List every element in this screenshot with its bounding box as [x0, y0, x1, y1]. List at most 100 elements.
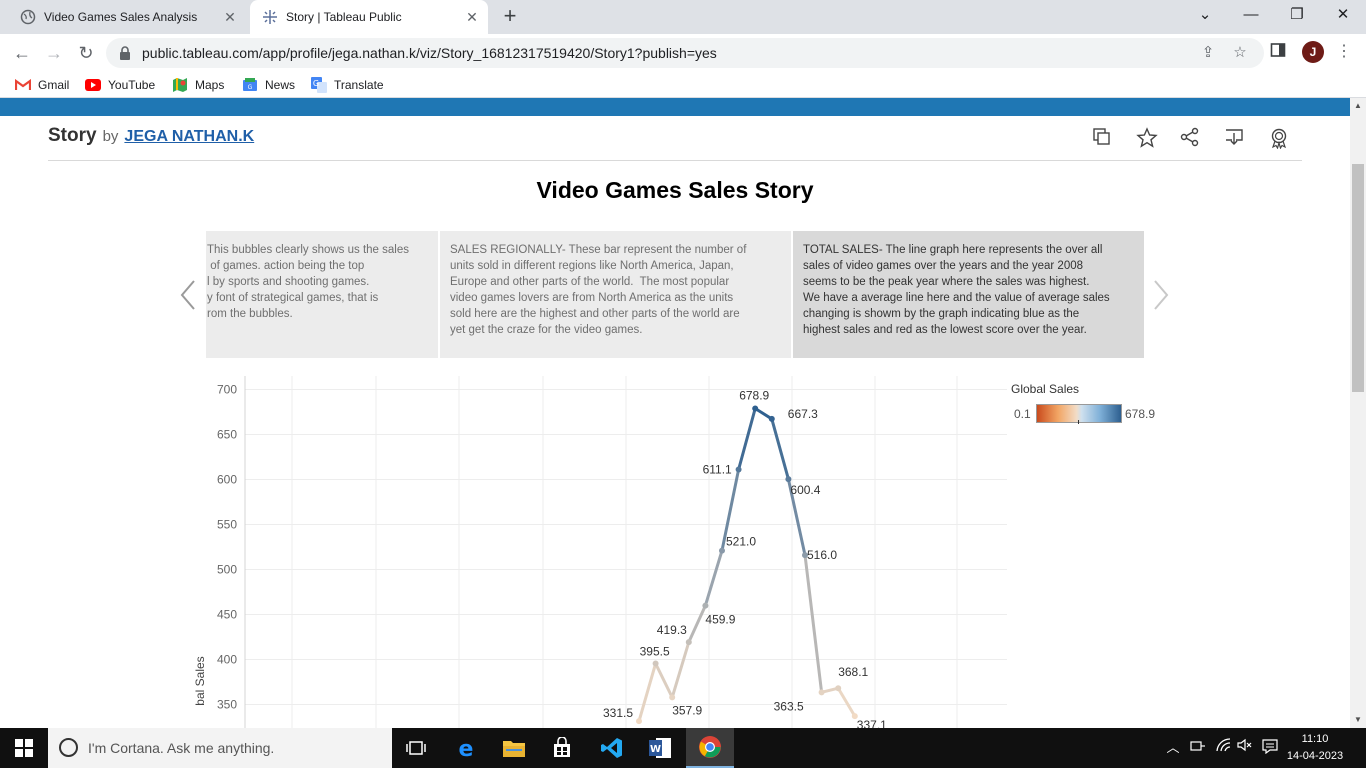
series-line-segment: [737, 406, 757, 472]
tab-video-games-sales-analysis[interactable]: Video Games Sales Analysis ✕: [8, 0, 246, 34]
bookmark-star-icon[interactable]: ☆: [1230, 43, 1250, 63]
caption-line: yet get the craze for the video games.: [450, 324, 643, 336]
caption-line: video games lovers are from North Americ…: [450, 292, 734, 304]
copy-icon[interactable]: [1092, 127, 1116, 151]
tab-search-chevron-icon[interactable]: ⌄: [1182, 0, 1228, 32]
download-icon[interactable]: [1224, 127, 1248, 151]
task-view-icon[interactable]: [392, 728, 440, 768]
award-icon[interactable]: [1268, 127, 1292, 151]
series-line-segment: [836, 686, 857, 718]
url-text[interactable]: public.tableau.com/app/profile/jega.nath…: [142, 45, 717, 61]
data-label: 521.0: [726, 535, 756, 549]
windows-logo-icon: [15, 739, 33, 757]
data-point: [768, 415, 775, 422]
chrome-icon[interactable]: [686, 728, 734, 768]
bookmark-label: YouTube: [108, 78, 156, 92]
page-scrollbar[interactable]: ▲ ▼: [1350, 98, 1366, 728]
scroll-down-icon[interactable]: ▼: [1350, 714, 1366, 726]
bookmark-label: Translate: [334, 78, 384, 92]
edge-browser-icon[interactable]: e: [442, 728, 490, 768]
back-button[interactable]: ←: [9, 40, 35, 66]
globe-icon: [20, 9, 36, 25]
new-tab-button[interactable]: +: [498, 5, 522, 29]
svg-text:G: G: [313, 79, 319, 88]
bookmark-translate[interactable]: G Translate: [311, 76, 384, 94]
legend-max-label: 678.9: [1125, 407, 1156, 421]
story-header: Story by JEGA NATHAN.K: [48, 125, 254, 151]
bookmark-news[interactable]: G News: [242, 76, 295, 94]
data-point: [735, 466, 742, 473]
volume-muted-icon[interactable]: [1236, 738, 1254, 758]
previous-point-arrow-icon[interactable]: [178, 278, 198, 312]
word-icon[interactable]: W: [636, 728, 684, 768]
system-clock[interactable]: 11:10 14-04-2023: [1284, 731, 1346, 765]
menu-kebab-icon[interactable]: ⋮: [1336, 41, 1352, 63]
caption-line: rom the bubbles.: [207, 308, 293, 320]
reload-button[interactable]: ↻: [73, 40, 99, 66]
windows-start-button[interactable]: [0, 728, 48, 768]
series-line-segment: [670, 640, 691, 699]
forward-button[interactable]: →: [41, 40, 67, 66]
caption-line: y font of strategical games, that is: [207, 292, 379, 304]
data-label: 600.4: [790, 483, 820, 497]
data-label: 395.5: [640, 645, 670, 659]
y-tick-label: 700: [217, 383, 237, 397]
global-sales-line-chart[interactable]: 700 650 600 550 500 450 400 350 bal Sales 331.5 39…: [190, 376, 1010, 728]
bookmark-label: Gmail: [38, 78, 70, 92]
lock-icon[interactable]: [118, 45, 134, 61]
caption-line: This bubbles clearly shows us the sales: [207, 244, 409, 256]
wifi-icon[interactable]: [1214, 738, 1234, 758]
svg-text:G: G: [248, 84, 253, 91]
y-tick-label: 500: [217, 563, 237, 577]
network-adapter-icon[interactable]: [1188, 738, 1208, 758]
story-point-caption-1[interactable]: This bubbles clearly shows us the sales …: [206, 231, 438, 358]
close-tab-icon[interactable]: ✕: [222, 9, 238, 25]
share-network-icon[interactable]: [1180, 127, 1204, 151]
story-point-caption-3[interactable]: TOTAL SALES- The line graph here represe…: [793, 231, 1144, 358]
caption-line: sales of video games over the years and …: [803, 260, 1084, 272]
bookmark-youtube[interactable]: YouTube: [85, 76, 155, 94]
story-point-caption-2[interactable]: SALES REGIONALLY- These bar represent th…: [440, 231, 791, 358]
bookmark-maps[interactable]: Maps: [172, 76, 224, 94]
minimize-button[interactable]: —: [1228, 0, 1274, 32]
scroll-thumb[interactable]: [1352, 164, 1364, 392]
tableau-header-bar: [0, 98, 1350, 116]
maps-icon: [172, 77, 188, 93]
data-point: [719, 547, 725, 554]
favorite-star-icon[interactable]: [1136, 127, 1160, 151]
browser-toolbar: ← → ↻ public.tableau.com/app/profile/jeg…: [0, 34, 1366, 72]
y-tick-label: 650: [217, 428, 237, 442]
close-window-button[interactable]: ✕: [1320, 0, 1366, 32]
restore-button[interactable]: ❐: [1274, 0, 1320, 32]
address-bar[interactable]: public.tableau.com/app/profile/jega.nath…: [106, 38, 1264, 68]
y-tick-label: 450: [217, 608, 237, 622]
legend-average-tick: [1078, 420, 1079, 424]
file-explorer-icon[interactable]: [490, 728, 538, 768]
data-label: 516.0: [807, 548, 837, 562]
bookmark-gmail[interactable]: Gmail: [15, 76, 69, 94]
legend-color-ramp[interactable]: [1036, 404, 1122, 423]
show-hidden-icons-chevron-icon[interactable]: ︿: [1164, 738, 1182, 758]
cortana-search-box[interactable]: I'm Cortana. Ask me anything.: [48, 728, 392, 768]
news-icon: G: [242, 77, 258, 93]
store-icon[interactable]: [538, 728, 586, 768]
close-tab-icon[interactable]: ✕: [464, 9, 480, 25]
data-point: [752, 405, 759, 412]
tab-story-tableau-public[interactable]: Story | Tableau Public ✕: [250, 0, 488, 34]
scroll-up-icon[interactable]: ▲: [1350, 100, 1366, 112]
author-link[interactable]: JEGA NATHAN.K: [124, 128, 254, 146]
vscode-icon[interactable]: [588, 728, 636, 768]
profile-avatar[interactable]: J: [1302, 41, 1324, 63]
data-label: 331.5: [603, 706, 633, 720]
side-panel-icon[interactable]: [1270, 42, 1290, 62]
caption-line: changing is showm by the graph indicatin…: [803, 308, 1080, 320]
data-point: [685, 639, 692, 646]
notifications-icon[interactable]: [1260, 738, 1280, 758]
data-label: 611.1: [703, 463, 732, 477]
viz-title: Video Games Sales Story: [536, 177, 814, 203]
data-label: 678.9: [739, 388, 769, 402]
share-icon[interactable]: ⇪: [1198, 43, 1218, 63]
series-line-segment: [703, 549, 724, 608]
next-point-arrow-icon[interactable]: [1151, 278, 1171, 312]
series-line-segment: [770, 417, 790, 481]
